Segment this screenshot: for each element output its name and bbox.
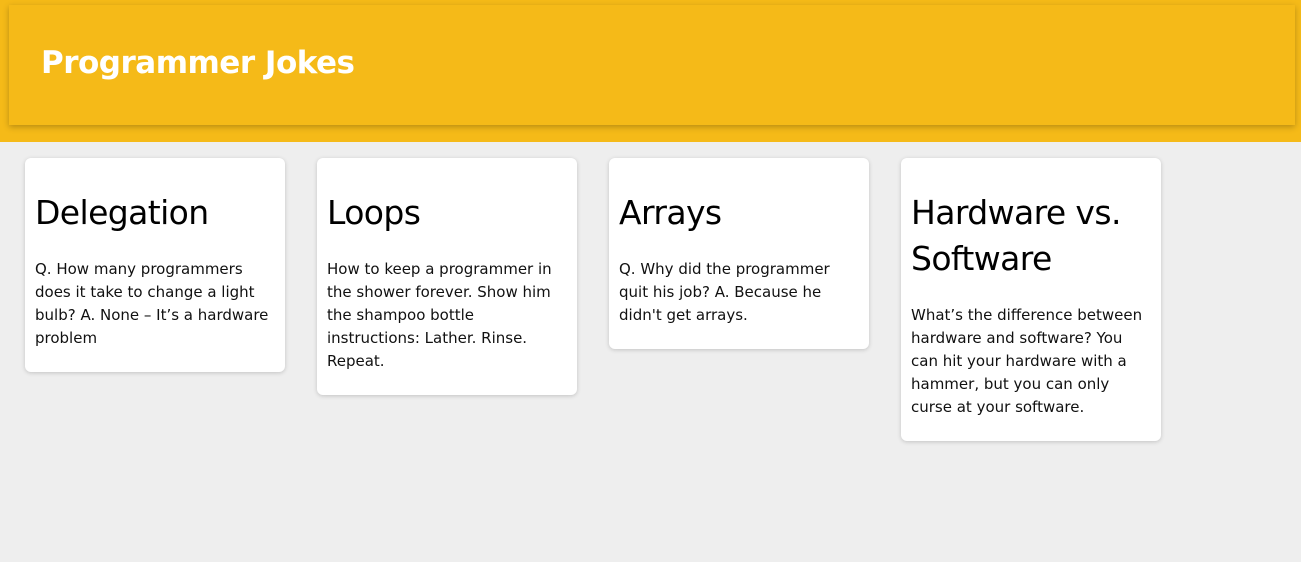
joke-card-hardware-vs-software: Hardware vs. Software What’s the differe… [901, 158, 1161, 441]
joke-text: Q. How many programmers does it take to … [35, 260, 269, 347]
joke-card-arrays: Arrays Q. Why did the programmer quit hi… [609, 158, 869, 349]
joke-text: How to keep a programmer in the shower f… [327, 260, 552, 370]
joke-text: Q. Why did the programmer quit his job? … [619, 260, 830, 324]
site-title: Programmer Jokes [41, 45, 355, 81]
joke-card-delegation: Delegation Q. How many programmers does … [25, 158, 285, 372]
joke-title: Loops [327, 193, 421, 232]
joke-title: Hardware vs. Software [911, 193, 1121, 278]
joke-title: Delegation [35, 193, 209, 232]
joke-text: What’s the difference between hardware a… [911, 306, 1143, 416]
page-header: Programmer Jokes [9, 5, 1295, 125]
joke-title: Arrays [619, 193, 722, 232]
joke-card-loops: Loops How to keep a programmer in the sh… [317, 158, 577, 395]
